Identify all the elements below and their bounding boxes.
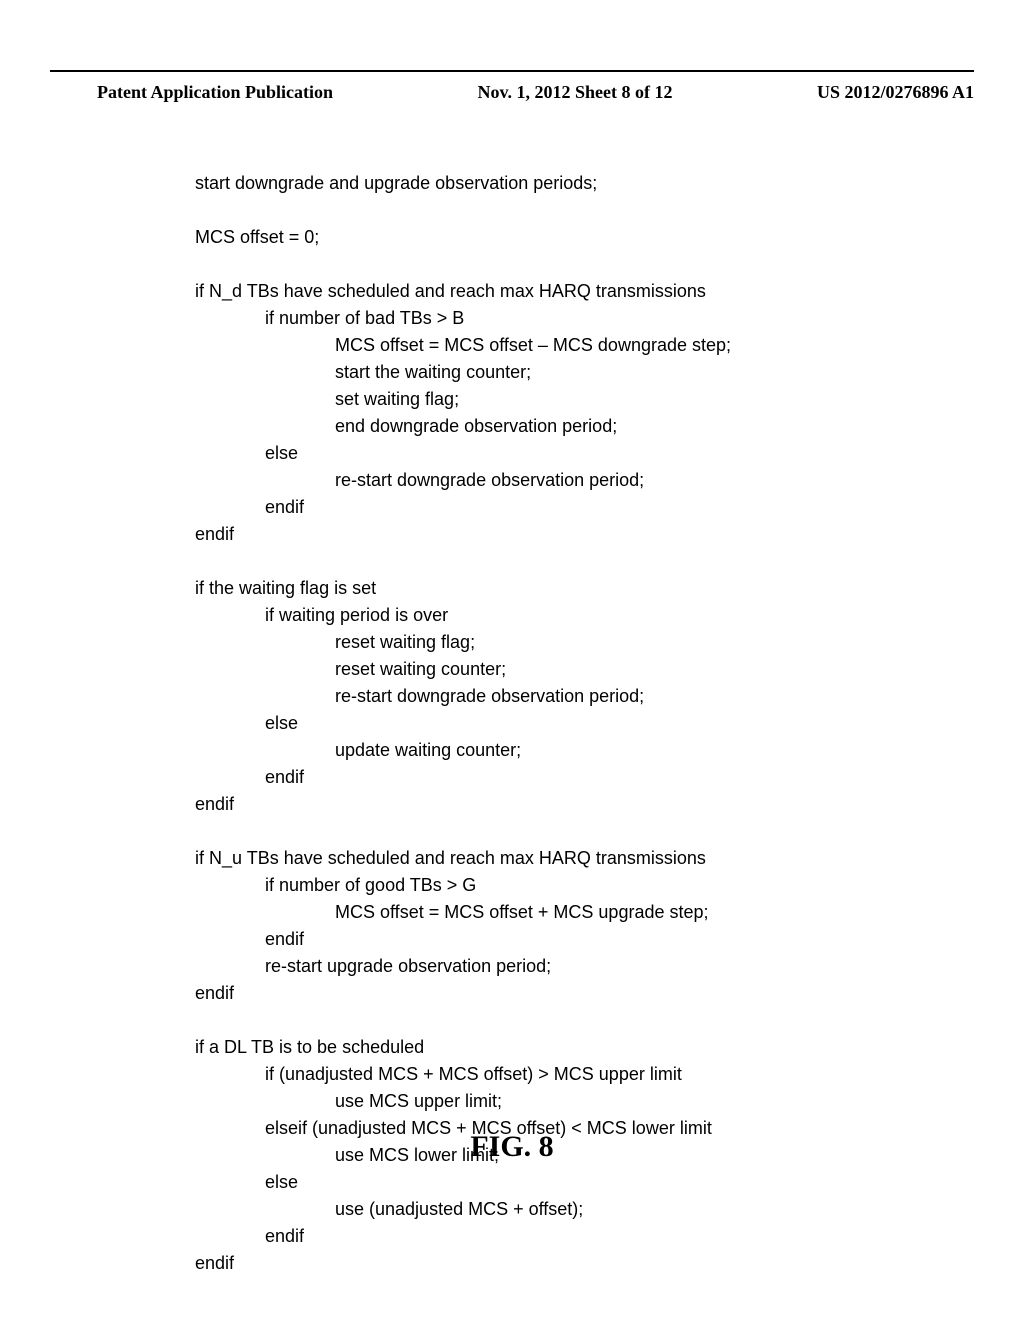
code-line: MCS offset = MCS offset – MCS downgrade … <box>195 332 855 359</box>
code-line: if (unadjusted MCS + MCS offset) > MCS u… <box>195 1061 855 1088</box>
code-line: reset waiting flag; <box>195 629 855 656</box>
code-line: if N_u TBs have scheduled and reach max … <box>195 845 855 872</box>
code-line: use MCS upper limit; <box>195 1088 855 1115</box>
code-line: use (unadjusted MCS + offset); <box>195 1196 855 1223</box>
code-line: endif <box>195 764 855 791</box>
code-line: endif <box>195 521 855 548</box>
header-publication-type: Patent Application Publication <box>97 82 333 103</box>
code-line: if the waiting flag is set <box>195 575 855 602</box>
code-line: re-start downgrade observation period; <box>195 467 855 494</box>
code-line: start the waiting counter; <box>195 359 855 386</box>
code-line: else <box>195 1169 855 1196</box>
code-line: MCS offset = MCS offset + MCS upgrade st… <box>195 899 855 926</box>
code-line: if number of good TBs > G <box>195 872 855 899</box>
code-line: re-start upgrade observation period; <box>195 953 855 980</box>
code-line: re-start downgrade observation period; <box>195 683 855 710</box>
code-line: if a DL TB is to be scheduled <box>195 1034 855 1061</box>
figure-caption: FIG. 8 <box>0 1130 1024 1164</box>
code-line: end downgrade observation period; <box>195 413 855 440</box>
code-line: start downgrade and upgrade observation … <box>195 170 855 197</box>
code-line: endif <box>195 980 855 1007</box>
pseudocode-content: start downgrade and upgrade observation … <box>195 170 855 1277</box>
header-date-sheet: Nov. 1, 2012 Sheet 8 of 12 <box>478 82 673 103</box>
code-line: endif <box>195 791 855 818</box>
code-line: endif <box>195 1250 855 1277</box>
code-line: set waiting flag; <box>195 386 855 413</box>
header-divider <box>50 70 974 72</box>
code-line: MCS offset = 0; <box>195 224 855 251</box>
code-line: reset waiting counter; <box>195 656 855 683</box>
code-line: endif <box>195 1223 855 1250</box>
code-line: if waiting period is over <box>195 602 855 629</box>
code-line: if number of bad TBs > B <box>195 305 855 332</box>
code-line: else <box>195 710 855 737</box>
header-publication-number: US 2012/0276896 A1 <box>817 82 974 103</box>
page-header: Patent Application Publication Nov. 1, 2… <box>97 82 974 103</box>
code-line: update waiting counter; <box>195 737 855 764</box>
code-line: if N_d TBs have scheduled and reach max … <box>195 278 855 305</box>
code-line: else <box>195 440 855 467</box>
code-line: endif <box>195 494 855 521</box>
code-line: endif <box>195 926 855 953</box>
